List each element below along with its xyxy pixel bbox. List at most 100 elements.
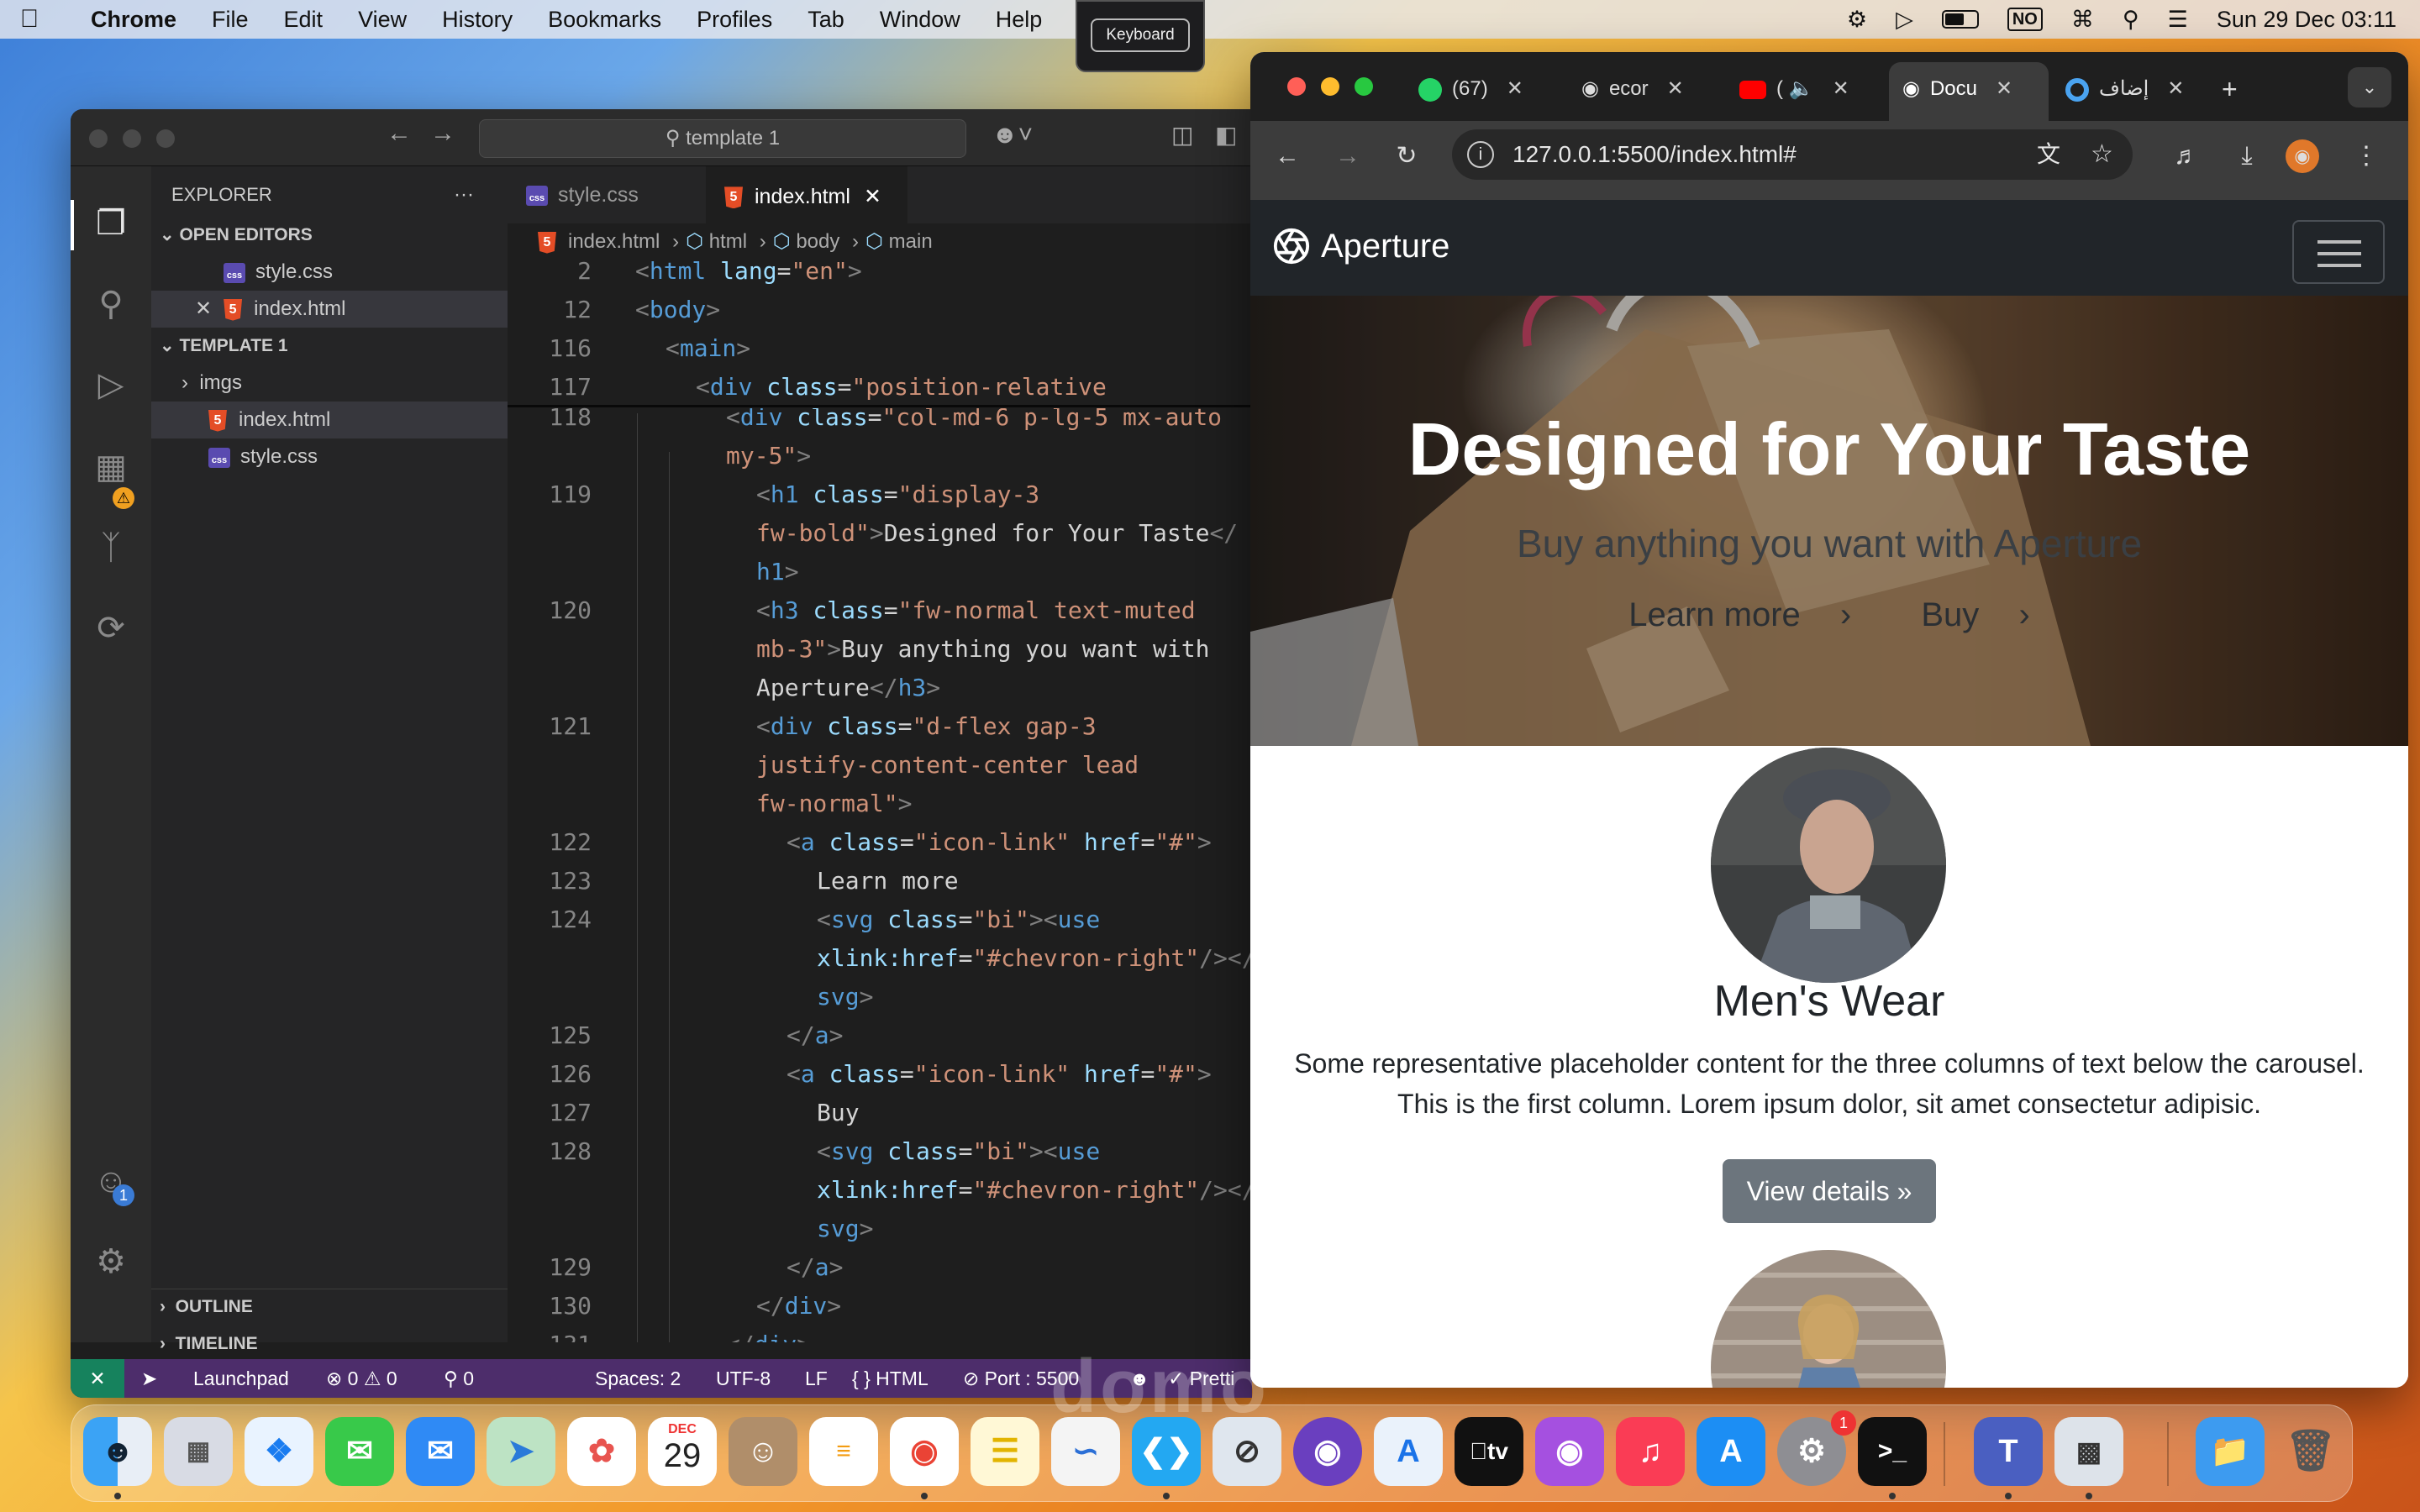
menu-help[interactable]: Help bbox=[996, 7, 1043, 33]
status-launchpad[interactable]: Launchpad bbox=[193, 1359, 289, 1398]
maps-icon[interactable]: ➤ bbox=[487, 1417, 555, 1486]
battery-icon[interactable] bbox=[1941, 10, 1979, 29]
open-editors-header[interactable]: ⌄ OPEN EDITORS bbox=[151, 217, 508, 254]
terminal-icon[interactable]: >_ bbox=[1858, 1417, 1927, 1486]
mail-icon[interactable]: ✉ bbox=[406, 1417, 475, 1486]
xcode-instruments-icon[interactable]: A bbox=[1374, 1417, 1443, 1486]
tab-search-button[interactable]: ⌄ bbox=[2348, 67, 2391, 108]
breadcrumb-item[interactable]: main bbox=[889, 230, 933, 253]
menu-window[interactable]: Window bbox=[880, 7, 960, 33]
translate-icon[interactable]: 文 bbox=[2037, 129, 2060, 180]
tab-youtube[interactable]: ( 🔈 ✕ bbox=[1739, 67, 1849, 111]
reload-icon[interactable]: ↻ bbox=[1390, 139, 1423, 173]
zoom-window-button[interactable] bbox=[1355, 77, 1373, 96]
menu-tab[interactable]: Tab bbox=[808, 7, 844, 33]
explorer-icon[interactable]: ❐ bbox=[91, 203, 131, 244]
control-center-icon[interactable]: ☰ bbox=[2168, 7, 2188, 33]
copilot-icon[interactable]: ☻˅ bbox=[992, 121, 1033, 150]
layout-icon[interactable]: ◫ bbox=[1171, 121, 1193, 149]
status-spaces[interactable]: Spaces: 2 bbox=[595, 1359, 681, 1398]
calendar-icon[interactable]: DEC 29 bbox=[648, 1417, 717, 1486]
close-window-button[interactable] bbox=[1287, 77, 1306, 96]
menu-history[interactable]: History bbox=[442, 7, 513, 33]
run-debug-icon[interactable]: ▷ bbox=[91, 365, 131, 405]
view-details-button[interactable]: View details » bbox=[1723, 1159, 1936, 1223]
minimize-window-button[interactable] bbox=[1321, 77, 1339, 96]
close-tab-icon[interactable]: ✕ bbox=[1996, 77, 2012, 100]
minimize-window-button[interactable] bbox=[123, 129, 141, 148]
navbar-toggler-button[interactable] bbox=[2292, 220, 2385, 284]
menu-bookmarks[interactable]: Bookmarks bbox=[548, 7, 661, 33]
media-controls-icon[interactable]: ♬ bbox=[2170, 139, 2203, 173]
forward-arrow-icon[interactable]: → bbox=[1331, 139, 1365, 173]
tab-ecommerce[interactable]: ◉ ecor ✕ bbox=[1581, 67, 1684, 111]
safari-icon[interactable]: ❖ bbox=[245, 1417, 313, 1486]
reminders-icon[interactable]: ≡ bbox=[809, 1417, 878, 1486]
settings-gear-icon[interactable]: ⚙ bbox=[91, 1242, 131, 1282]
teams-icon[interactable]: T bbox=[1974, 1417, 2043, 1486]
outline-header[interactable]: › OUTLINE bbox=[151, 1289, 508, 1326]
menu-view[interactable]: View bbox=[358, 7, 407, 33]
close-tab-icon[interactable]: ✕ bbox=[1833, 77, 1849, 100]
timeline-graph-icon[interactable]: ⟳ bbox=[91, 608, 131, 648]
contacts-icon[interactable]: ☺ bbox=[729, 1417, 797, 1486]
app-store-icon[interactable]: A bbox=[1697, 1417, 1765, 1486]
wifi-icon[interactable]: ⌘ bbox=[2071, 7, 2094, 33]
close-icon[interactable]: ✕ bbox=[195, 297, 212, 320]
project-header[interactable]: ⌄ TEMPLATE 1 bbox=[151, 328, 508, 365]
podcasts-icon[interactable]: ◉ bbox=[1535, 1417, 1604, 1486]
status-problems[interactable]: ⊗ 0 ⚠ 0 bbox=[326, 1359, 397, 1398]
vscode-icon[interactable]: ❮❯ bbox=[1132, 1417, 1201, 1486]
timeline-header[interactable]: › TIMELINE bbox=[151, 1326, 508, 1362]
buy-link[interactable]: Buy › bbox=[1906, 596, 2044, 633]
back-arrow-icon[interactable]: ← bbox=[1270, 139, 1304, 173]
site-brand[interactable]: Aperture bbox=[1272, 227, 1449, 265]
chrome-menu-icon[interactable]: ⋮ bbox=[2349, 139, 2383, 173]
trash-icon[interactable]: 🗑 bbox=[2276, 1417, 2345, 1486]
menu-profiles[interactable]: Profiles bbox=[697, 7, 772, 33]
finder-icon[interactable]: ☻ bbox=[83, 1417, 152, 1486]
learn-more-link[interactable]: Learn more › bbox=[1613, 596, 1866, 633]
folder-imgs[interactable]: › imgs bbox=[151, 365, 508, 402]
messages-icon[interactable]: ✉ bbox=[325, 1417, 394, 1486]
remote-indicator[interactable]: ✕ bbox=[71, 1359, 124, 1398]
system-utility-icon[interactable]: ⊘ bbox=[1213, 1417, 1281, 1486]
site-info-icon[interactable]: i bbox=[1467, 141, 1494, 168]
forward-arrow-icon[interactable]: → bbox=[430, 119, 455, 148]
launchpad-icon[interactable]: ▦ bbox=[164, 1417, 233, 1486]
download-icon[interactable]: ⤓ bbox=[2230, 139, 2264, 173]
breadcrumb-item[interactable]: index.html bbox=[568, 230, 660, 253]
open-editor-style-css[interactable]: css style.css bbox=[151, 254, 508, 291]
preview-icon[interactable]: ▩ bbox=[2054, 1417, 2123, 1486]
close-tab-icon[interactable]: ✕ bbox=[864, 185, 881, 208]
menu-file[interactable]: File bbox=[212, 7, 249, 33]
play-icon[interactable]: ▷ bbox=[1896, 7, 1913, 33]
tab-whatsapp[interactable]: (67) ✕ bbox=[1418, 67, 1523, 111]
search-icon[interactable]: ⚲ bbox=[91, 284, 131, 324]
music-icon[interactable]: ♫ bbox=[1616, 1417, 1685, 1486]
close-tab-icon[interactable]: ✕ bbox=[1507, 77, 1523, 100]
address-bar[interactable]: i 127.0.0.1:5500/index.html# 文 ☆ bbox=[1452, 129, 2133, 180]
menu-clock[interactable]: Sun 29 Dec 03:11 bbox=[2217, 7, 2396, 33]
chrome-icon[interactable]: ◉ bbox=[890, 1417, 959, 1486]
open-editor-index-html[interactable]: ✕ 5 index.html bbox=[151, 291, 508, 328]
notes-icon[interactable]: ☰ bbox=[971, 1417, 1039, 1486]
spotlight-icon[interactable]: ⚲ bbox=[2123, 7, 2139, 33]
tab-arabic[interactable]: إضاف ✕ bbox=[2065, 67, 2184, 111]
input-source-badge[interactable]: NO bbox=[2007, 8, 2043, 31]
bookmark-star-icon[interactable]: ☆ bbox=[2091, 129, 2113, 180]
close-tab-icon[interactable]: ✕ bbox=[1667, 77, 1684, 100]
new-tab-button[interactable]: + bbox=[2222, 67, 2238, 111]
file-style-css[interactable]: css style.css bbox=[151, 438, 508, 475]
status-language[interactable]: { } HTML bbox=[852, 1359, 929, 1398]
sidebar-toggle-icon[interactable]: ◧ bbox=[1215, 121, 1237, 149]
explorer-more-button[interactable]: ··· bbox=[454, 176, 474, 213]
freeform-icon[interactable]: ∽ bbox=[1051, 1417, 1120, 1486]
status-encoding[interactable]: UTF-8 bbox=[716, 1359, 771, 1398]
back-arrow-icon[interactable]: ← bbox=[387, 119, 412, 148]
tab-index-html[interactable]: 5 index.html ✕ bbox=[706, 166, 908, 223]
profile-avatar[interactable]: ◉ bbox=[2286, 139, 2319, 173]
file-index-html[interactable]: 5 index.html bbox=[151, 402, 508, 438]
extensions-icon[interactable]: ▦ bbox=[91, 447, 131, 487]
command-center-search[interactable]: ⚲ template 1 bbox=[479, 119, 966, 158]
